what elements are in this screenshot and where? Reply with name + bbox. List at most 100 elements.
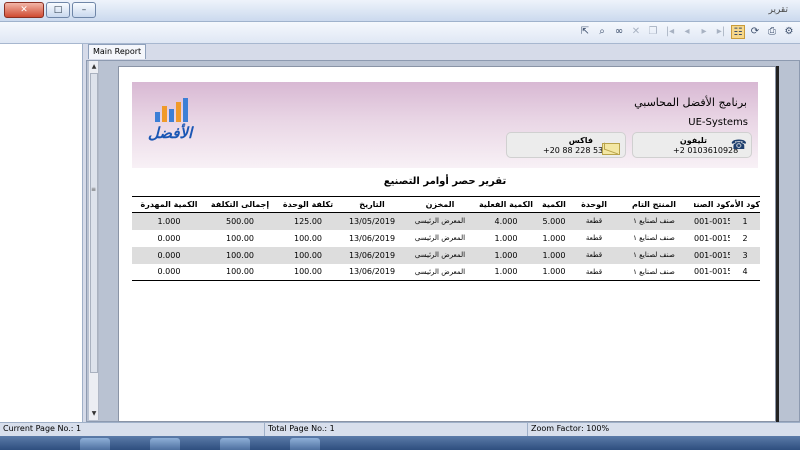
grip-icon: ≡: [91, 186, 97, 193]
cell-total-cost: 100.00: [226, 233, 254, 243]
cell-unit: قطعة: [574, 246, 614, 264]
logo-bar: [169, 109, 174, 122]
cell-total-cost: 500.00: [206, 212, 274, 230]
cell-order-no: 2: [742, 233, 748, 243]
col-product: المنتج التام: [614, 196, 694, 213]
scroll-up-icon[interactable]: ▲: [89, 62, 99, 72]
cell-unit-cost: 100.00: [274, 263, 342, 281]
mail-icon: [602, 143, 620, 155]
cell-wasted-qty: 0.000: [157, 233, 181, 243]
taskbar-button[interactable]: [150, 438, 180, 450]
report-title: تقرير حصر أوامر التصنيع: [383, 176, 507, 187]
col-unit: الوحدة: [574, 196, 614, 213]
cell-unit: قطعة: [574, 263, 614, 281]
cell-store: المعرض الرئيسى: [402, 246, 478, 264]
taskbar-button[interactable]: [290, 438, 320, 450]
cell-total-cost: 100.00: [206, 263, 274, 281]
table-header-row: الكمية المهدرة إجمالى التكلفة تكلفة الوح…: [132, 196, 760, 213]
title-bar: ✕ □ – تقرير: [0, 0, 800, 22]
group-tree-panel[interactable]: [0, 44, 83, 422]
table-row: 0.000 100.00 100.00 13/06/2019 المعرض ال…: [132, 263, 760, 281]
cell-actual-qty: 1.000: [478, 263, 534, 281]
cell-qty: 1.000: [534, 246, 574, 264]
cell-unit-cost: 100.00: [294, 233, 322, 243]
group-tree-icon[interactable]: ☷: [731, 25, 745, 39]
company-subtitle: UE-Systems: [688, 117, 748, 128]
prev-page-icon[interactable]: ◂: [680, 25, 694, 39]
phone-value: +2 0103610928: [673, 146, 739, 155]
cell-product: صنف لصنايع ١: [614, 246, 694, 264]
cell-store: المعرض الرئيسى: [414, 234, 466, 242]
taskbar-button[interactable]: [80, 438, 110, 450]
cell-order-no: 3: [730, 246, 760, 264]
minimize-window-button[interactable]: –: [72, 2, 96, 18]
col-actual-qty: الكمية الفعلية: [478, 196, 534, 213]
table-row: 0.000 100.00 100.00 13/06/2019 المعرض ال…: [132, 230, 760, 247]
cell-item-code: 001-00157: [694, 233, 730, 243]
col-wasted-qty: الكمية المهدرة: [132, 196, 206, 213]
cell-order-no: 1: [730, 212, 760, 230]
cell-date: 13/06/2019: [342, 246, 402, 264]
cell-actual-qty: 1.000: [494, 233, 518, 243]
next-page-icon[interactable]: ▸: [697, 25, 711, 39]
cell-item-code: 001-00157: [694, 263, 730, 281]
export-icon[interactable]: ⇱: [578, 25, 592, 39]
cell-wasted-qty: 0.000: [132, 246, 206, 264]
cell-product: صنف لصنايع ١: [614, 212, 694, 230]
os-taskbar: [0, 436, 800, 450]
company-logo: الأفضل: [141, 96, 199, 148]
phone-icon: ☎: [730, 138, 747, 153]
col-store: المخزن: [402, 196, 478, 213]
cell-store: المعرض الرئيسى: [402, 212, 478, 230]
print-setup-icon[interactable]: ⚙: [782, 25, 796, 39]
cell-unit: قطعة: [574, 212, 614, 230]
refresh-icon[interactable]: ⟳: [748, 25, 762, 39]
cell-unit-cost: 100.00: [274, 246, 342, 264]
status-current-page: Current Page No.: 1: [0, 423, 265, 436]
vertical-scrollbar[interactable]: ▲ ≡ ▼: [89, 61, 99, 420]
col-order-no: كود الأمر: [730, 196, 760, 213]
cell-product: صنف لصنايع ١: [633, 234, 675, 242]
tab-main-report[interactable]: Main Report: [88, 44, 147, 59]
taskbar-button[interactable]: [220, 438, 250, 450]
company-name: برنامج الأفضل المحاسبي: [634, 96, 747, 109]
col-unit-cost: تكلفة الوحدة: [274, 196, 342, 213]
last-page-icon[interactable]: ▸|: [714, 25, 728, 39]
cell-store: المعرض الرئيسى: [402, 263, 478, 281]
col-qty: الكمية: [534, 196, 574, 213]
close-icon[interactable]: ✕: [629, 25, 643, 39]
cell-qty: 1.000: [534, 263, 574, 281]
phone-box: تليفون +2 0103610928 ☎: [632, 132, 752, 158]
table-row: 0.000 100.00 100.00 13/06/2019 المعرض ال…: [132, 246, 760, 264]
table-row: 1.000 500.00 125.00 13/05/2019 المعرض ال…: [132, 212, 760, 230]
scrollbar-thumb[interactable]: [90, 73, 98, 373]
fax-label: فاكس: [568, 136, 593, 145]
search-icon[interactable]: ⌕: [595, 25, 609, 39]
logo-bar: [176, 102, 181, 122]
cell-actual-qty: 4.000: [478, 212, 534, 230]
status-bar: Current Page No.: 1 Total Page No.: 1 Zo…: [0, 422, 800, 436]
copy-icon[interactable]: ❐: [646, 25, 660, 39]
report-toolbar: ⇱ ⌕ ∞ ✕ ❐ |◂ ◂ ▸ ▸| ☷ ⟳ ⎙ ⚙: [0, 22, 800, 44]
cell-date: 13/06/2019: [348, 233, 396, 243]
cell-unit-cost: 125.00: [274, 212, 342, 230]
status-zoom: Zoom Factor: 100%: [531, 424, 610, 433]
cell-total-cost: 100.00: [206, 246, 274, 264]
fax-box: فاكس +20 88 228 5330: [506, 132, 626, 158]
phone-label: تليفون: [679, 136, 707, 145]
logo-bar: [183, 98, 188, 122]
print-icon[interactable]: ⎙: [765, 25, 779, 39]
col-item-code: كود الصنف: [694, 196, 730, 213]
maximize-window-button[interactable]: □: [46, 2, 70, 18]
col-date: التاريخ: [342, 196, 402, 213]
scroll-down-icon[interactable]: ▼: [89, 409, 99, 419]
binoculars-icon[interactable]: ∞: [612, 25, 626, 39]
cell-date: 13/06/2019: [342, 263, 402, 281]
logo-text: الأفضل: [147, 124, 193, 142]
cell-wasted-qty: 0.000: [132, 263, 206, 281]
cell-qty: 5.000: [534, 212, 574, 230]
first-page-icon[interactable]: |◂: [663, 25, 677, 39]
close-window-button[interactable]: ✕: [4, 2, 44, 18]
cell-order-no: 4: [730, 263, 760, 281]
col-total-cost: إجمالى التكلفة: [206, 196, 274, 213]
